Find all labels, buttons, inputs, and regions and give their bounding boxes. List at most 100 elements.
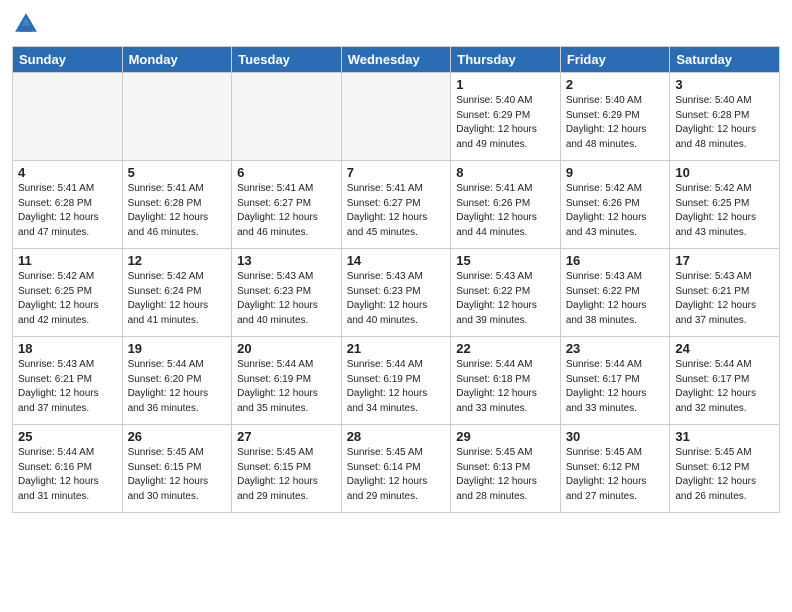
day-number: 20 [237,341,336,356]
day-number: 10 [675,165,774,180]
day-cell: 9 Sunrise: 5:42 AM Sunset: 6:26 PM Daylig… [560,161,670,249]
day-header-sunday: Sunday [13,47,123,73]
day-number: 15 [456,253,555,268]
day-number: 9 [566,165,665,180]
day-header-wednesday: Wednesday [341,47,451,73]
day-info: Sunrise: 5:43 AM Sunset: 6:22 PM Dayligh… [566,270,665,328]
day-cell: 22 Sunrise: 5:44 AM Sunset: 6:18 PM Dayli… [451,337,561,425]
day-cell: 23Sunrise: 5:44 AM Sunset: 6:17 PM Dayli… [560,337,670,425]
day-info: Sunrise: 5:44 AM Sunset: 6:20 PM Dayligh… [128,358,227,416]
day-cell: 6 Sunrise: 5:41 AM Sunset: 6:27 PM Daylig… [232,161,342,249]
calendar-header-row: SundayMondayTuesdayWednesdayThursdayFrid… [13,47,780,73]
day-cell: 13 Sunrise: 5:43 AM Sunset: 6:23 PM Dayli… [232,249,342,337]
day-info: Sunrise: 5:45 AM Sunset: 6:12 PM Dayligh… [675,446,774,504]
day-cell: 19 Sunrise: 5:44 AM Sunset: 6:20 PM Dayli… [122,337,232,425]
day-cell: 3Sunrise: 5:40 AM Sunset: 6:28 PM Daylig… [670,73,780,161]
day-cell: 16 Sunrise: 5:43 AM Sunset: 6:22 PM Dayli… [560,249,670,337]
day-number: 31 [675,429,774,444]
day-number: 16 [566,253,665,268]
week-row-4: 25Sunrise: 5:44 AM Sunset: 6:16 PM Dayli… [13,425,780,513]
day-number: 13 [237,253,336,268]
day-number: 25 [18,429,117,444]
day-number: 4 [18,165,117,180]
day-number: 22 [456,341,555,356]
day-number: 12 [128,253,227,268]
day-info: Sunrise: 5:45 AM Sunset: 6:13 PM Dayligh… [456,446,555,504]
day-info: Sunrise: 5:43 AM Sunset: 6:21 PM Dayligh… [18,358,117,416]
day-cell: 2 Sunrise: 5:40 AM Sunset: 6:29 PM Daylig… [560,73,670,161]
day-info: Sunrise: 5:42 AM Sunset: 6:25 PM Dayligh… [675,182,774,240]
day-header-friday: Friday [560,47,670,73]
day-cell: 28 Sunrise: 5:45 AM Sunset: 6:14 PM Dayli… [341,425,451,513]
day-info: Sunrise: 5:42 AM Sunset: 6:25 PM Dayligh… [18,270,117,328]
day-info: Sunrise: 5:41 AM Sunset: 6:27 PM Dayligh… [237,182,336,240]
week-row-2: 11 Sunrise: 5:42 AM Sunset: 6:25 PM Dayli… [13,249,780,337]
day-number: 29 [456,429,555,444]
day-header-monday: Monday [122,47,232,73]
day-cell: 30 Sunrise: 5:45 AM Sunset: 6:12 PM Dayli… [560,425,670,513]
day-cell [122,73,232,161]
day-number: 5 [128,165,227,180]
day-number: 7 [347,165,446,180]
day-info: Sunrise: 5:42 AM Sunset: 6:24 PM Dayligh… [128,270,227,328]
day-number: 23 [566,341,665,356]
day-info: Sunrise: 5:45 AM Sunset: 6:12 PM Dayligh… [566,446,665,504]
day-info: Sunrise: 5:44 AM Sunset: 6:17 PM Dayligh… [675,358,774,416]
day-info: Sunrise: 5:45 AM Sunset: 6:15 PM Dayligh… [128,446,227,504]
day-info: Sunrise: 5:41 AM Sunset: 6:28 PM Dayligh… [18,182,117,240]
day-number: 14 [347,253,446,268]
day-cell: 20 Sunrise: 5:44 AM Sunset: 6:19 PM Dayli… [232,337,342,425]
day-info: Sunrise: 5:40 AM Sunset: 6:29 PM Dayligh… [566,94,665,152]
logo-icon [12,10,40,38]
calendar: SundayMondayTuesdayWednesdayThursdayFrid… [12,46,780,513]
day-number: 24 [675,341,774,356]
day-cell [232,73,342,161]
day-cell: 21Sunrise: 5:44 AM Sunset: 6:19 PM Dayli… [341,337,451,425]
day-cell: 12 Sunrise: 5:42 AM Sunset: 6:24 PM Dayli… [122,249,232,337]
day-header-thursday: Thursday [451,47,561,73]
day-number: 27 [237,429,336,444]
day-info: Sunrise: 5:41 AM Sunset: 6:28 PM Dayligh… [128,182,227,240]
logo [12,10,44,38]
day-number: 2 [566,77,665,92]
day-number: 28 [347,429,446,444]
day-number: 3 [675,77,774,92]
day-cell: 29 Sunrise: 5:45 AM Sunset: 6:13 PM Dayli… [451,425,561,513]
day-cell: 27Sunrise: 5:45 AM Sunset: 6:15 PM Dayli… [232,425,342,513]
day-cell: 15 Sunrise: 5:43 AM Sunset: 6:22 PM Dayli… [451,249,561,337]
day-info: Sunrise: 5:44 AM Sunset: 6:19 PM Dayligh… [237,358,336,416]
day-info: Sunrise: 5:43 AM Sunset: 6:22 PM Dayligh… [456,270,555,328]
main-container: SundayMondayTuesdayWednesdayThursdayFrid… [0,0,792,519]
day-cell [13,73,123,161]
day-cell: 4 Sunrise: 5:41 AM Sunset: 6:28 PM Daylig… [13,161,123,249]
day-number: 30 [566,429,665,444]
day-info: Sunrise: 5:43 AM Sunset: 6:21 PM Dayligh… [675,270,774,328]
day-number: 11 [18,253,117,268]
day-cell: 25Sunrise: 5:44 AM Sunset: 6:16 PM Dayli… [13,425,123,513]
day-info: Sunrise: 5:41 AM Sunset: 6:27 PM Dayligh… [347,182,446,240]
day-cell: 1 Sunrise: 5:40 AM Sunset: 6:29 PM Daylig… [451,73,561,161]
day-info: Sunrise: 5:41 AM Sunset: 6:26 PM Dayligh… [456,182,555,240]
day-info: Sunrise: 5:44 AM Sunset: 6:18 PM Dayligh… [456,358,555,416]
day-number: 26 [128,429,227,444]
day-number: 19 [128,341,227,356]
day-cell: 7 Sunrise: 5:41 AM Sunset: 6:27 PM Daylig… [341,161,451,249]
day-header-tuesday: Tuesday [232,47,342,73]
day-number: 8 [456,165,555,180]
day-number: 1 [456,77,555,92]
day-cell: 24 Sunrise: 5:44 AM Sunset: 6:17 PM Dayli… [670,337,780,425]
day-info: Sunrise: 5:40 AM Sunset: 6:29 PM Dayligh… [456,94,555,152]
day-cell: 18 Sunrise: 5:43 AM Sunset: 6:21 PM Dayli… [13,337,123,425]
day-info: Sunrise: 5:44 AM Sunset: 6:19 PM Dayligh… [347,358,446,416]
day-cell: 5 Sunrise: 5:41 AM Sunset: 6:28 PM Daylig… [122,161,232,249]
day-info: Sunrise: 5:43 AM Sunset: 6:23 PM Dayligh… [237,270,336,328]
day-info: Sunrise: 5:45 AM Sunset: 6:14 PM Dayligh… [347,446,446,504]
day-number: 18 [18,341,117,356]
day-cell: 8 Sunrise: 5:41 AM Sunset: 6:26 PM Daylig… [451,161,561,249]
header [12,10,780,38]
day-number: 6 [237,165,336,180]
day-info: Sunrise: 5:42 AM Sunset: 6:26 PM Dayligh… [566,182,665,240]
day-info: Sunrise: 5:43 AM Sunset: 6:23 PM Dayligh… [347,270,446,328]
day-cell [341,73,451,161]
week-row-1: 4 Sunrise: 5:41 AM Sunset: 6:28 PM Daylig… [13,161,780,249]
